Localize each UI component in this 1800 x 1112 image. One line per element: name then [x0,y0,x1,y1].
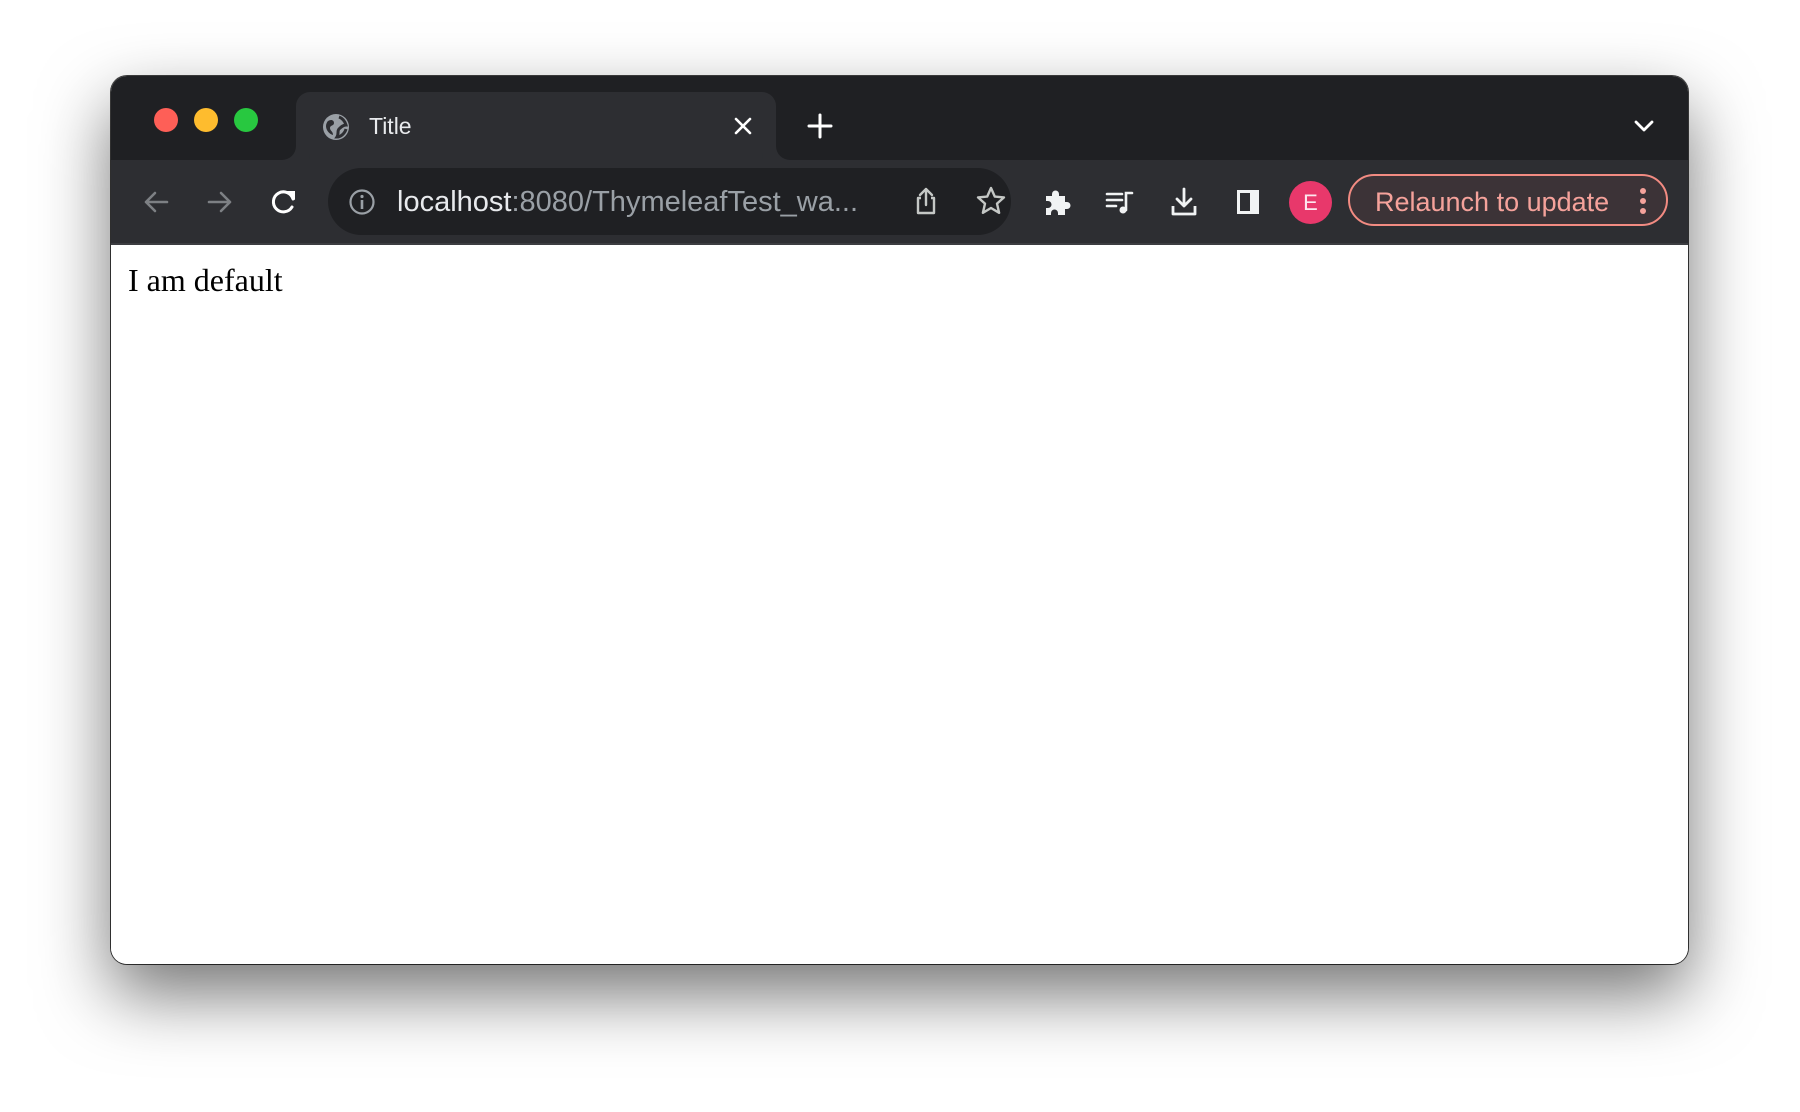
info-icon[interactable] [348,188,376,216]
media-queue-icon[interactable] [1103,186,1135,218]
plus-icon[interactable] [806,112,834,140]
relaunch-label: Relaunch to update [1375,187,1610,217]
kebab-menu-icon[interactable] [1636,187,1650,215]
window-minimize-button[interactable] [194,108,218,132]
window-zoom-button[interactable] [234,108,258,132]
tab-strip: Title [111,76,1688,160]
share-icon[interactable] [910,185,942,217]
page-content: I am default [111,245,1688,964]
url-path: :8080/ThymeleafTest_wa... [511,186,859,218]
star-icon[interactable] [975,185,1007,217]
address-bar[interactable]: localhost:8080/ThymeleafTest_wa... [328,168,1011,235]
puzzle-icon[interactable] [1041,186,1073,218]
reload-icon[interactable] [268,186,300,218]
arrow-left-icon[interactable] [140,186,172,218]
globe-icon [323,114,349,140]
arrow-right-icon[interactable] [204,186,236,218]
url-text[interactable]: localhost:8080/ThymeleafTest_wa... [397,186,858,218]
tab-title: Title [369,113,412,139]
chevron-down-icon[interactable] [1632,116,1656,136]
browser-window: Title localhost:8080/ThymeleafTest_wa...… [111,76,1688,964]
download-icon[interactable] [1168,186,1200,218]
profile-avatar[interactable]: E [1289,181,1332,224]
close-icon[interactable] [731,114,755,138]
toolbar: localhost:8080/ThymeleafTest_wa... E Rel… [111,160,1688,245]
url-host: localhost [397,186,512,218]
tab-active[interactable]: Title [296,92,776,160]
relaunch-button[interactable]: Relaunch to update [1348,174,1668,226]
page-body-text: I am default [128,262,283,298]
window-close-button[interactable] [154,108,178,132]
side-panel-icon[interactable] [1232,186,1264,218]
